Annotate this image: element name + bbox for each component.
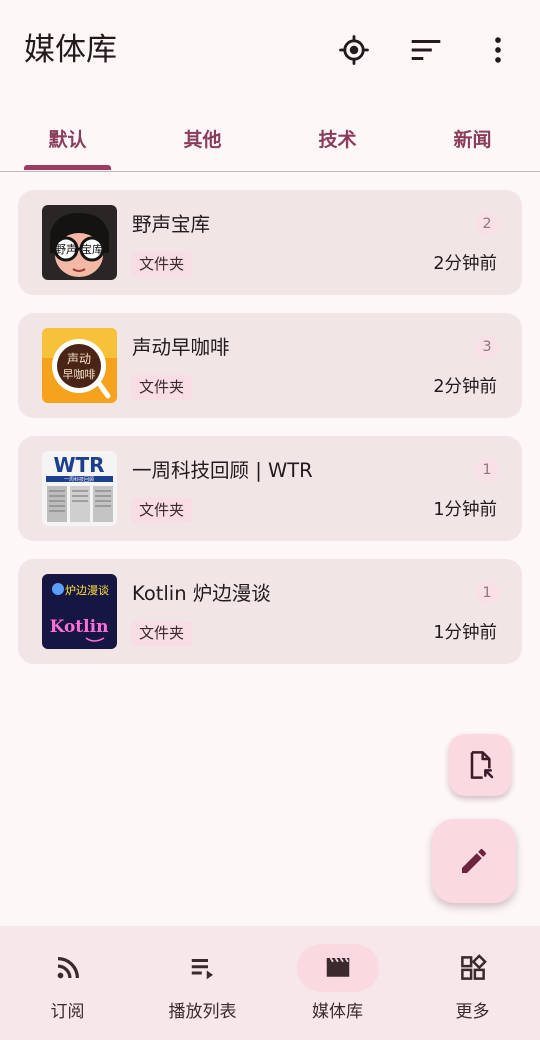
nav-indicator: [297, 944, 379, 992]
nav-playlist[interactable]: 播放列表: [135, 926, 270, 1040]
playlist-icon: [191, 959, 213, 980]
item-title: 野声宝库: [132, 213, 211, 236]
folder-tag: 文件夹: [131, 621, 193, 646]
locate-icon: [339, 35, 369, 65]
nav-subscriptions[interactable]: 订阅: [0, 926, 135, 1040]
top-app-bar: 媒体库: [0, 0, 540, 100]
podcast-cover: WTR 一周科技回顾: [42, 451, 117, 526]
episode-count-badge: 3: [475, 335, 499, 359]
item-title: Kotlin 炉边漫谈: [132, 582, 271, 605]
folder-tag: 文件夹: [131, 252, 193, 277]
tab-tech[interactable]: 技术: [270, 106, 405, 170]
nav-indicator: [162, 944, 244, 992]
podcast-cover: 炉边漫谈 Kotlin: [42, 574, 117, 649]
svg-text:声动: 声动: [67, 352, 91, 366]
podcast-cover: 野声 宝库: [42, 205, 117, 280]
updated-time: 1分钟前: [433, 623, 497, 643]
episode-count-badge: 1: [475, 581, 499, 605]
item-title: 一周科技回顾 | WTR: [132, 459, 313, 482]
svg-text:宝库: 宝库: [81, 242, 103, 256]
tab-news[interactable]: 新闻: [405, 106, 540, 170]
updated-time: 2分钟前: [433, 254, 497, 274]
sort-icon: [411, 39, 441, 61]
library-item[interactable]: WTR 一周科技回顾 一周科技回顾 | WTR 文件夹 1 1分钟前: [18, 436, 522, 541]
more-options-button[interactable]: [474, 26, 522, 74]
edit-icon: [462, 848, 487, 873]
podcast-cover: 声动 早咖啡: [42, 328, 117, 403]
item-title: 声动早咖啡: [132, 336, 230, 359]
nav-label: 订阅: [50, 1002, 85, 1022]
nav-label: 媒体库: [312, 1002, 363, 1022]
tab-indicator: [24, 165, 111, 170]
svg-text:早咖啡: 早咖啡: [63, 367, 96, 381]
widgets-icon: [461, 954, 487, 980]
nav-label: 更多: [455, 1002, 490, 1022]
svg-text:一周科技回顾: 一周科技回顾: [64, 476, 94, 483]
edit-button[interactable]: [432, 819, 516, 903]
tab-label: 技术: [318, 128, 357, 151]
episode-count-badge: 1: [475, 458, 499, 482]
sort-button[interactable]: [402, 26, 450, 74]
tab-label: 其他: [183, 128, 222, 151]
locate-button[interactable]: [330, 26, 378, 74]
tab-label: 默认: [48, 128, 87, 151]
open-file-button[interactable]: [449, 734, 511, 796]
library-item[interactable]: 炉边漫谈 Kotlin Kotlin 炉边漫谈 文件夹 1 1分钟前: [18, 559, 522, 664]
nav-label: 播放列表: [168, 1002, 237, 1022]
updated-time: 2分钟前: [433, 377, 497, 397]
tab-default[interactable]: 默认: [0, 106, 135, 170]
folder-tag: 文件夹: [131, 498, 193, 523]
library-item[interactable]: 声动 早咖啡 声动早咖啡 文件夹 3 2分钟前: [18, 313, 522, 418]
tab-bar: 默认 其他 技术 新闻: [0, 106, 540, 172]
movie-icon: [326, 957, 350, 977]
nav-indicator: [27, 944, 109, 992]
nav-library[interactable]: 媒体库: [270, 926, 405, 1040]
nav-indicator: [432, 944, 514, 992]
library-item[interactable]: 野声 宝库 野声宝库 文件夹 2 2分钟前: [18, 190, 522, 295]
episode-count-badge: 2: [475, 212, 499, 236]
rss-icon: [57, 957, 79, 979]
svg-text:野声: 野声: [55, 242, 77, 256]
svg-text:Kotlin: Kotlin: [50, 617, 109, 637]
page-title: 媒体库: [24, 32, 117, 68]
more-vert-icon: [495, 37, 501, 63]
svg-text:WTR: WTR: [53, 453, 104, 477]
app-screen: 媒体库 默认 其他 技术 新闻 野声 宝库 野声宝库 文件夹 2 2分钟前 声动…: [0, 0, 540, 1040]
svg-text:炉边漫谈: 炉边漫谈: [65, 583, 109, 597]
nav-more[interactable]: 更多: [405, 926, 540, 1040]
tab-label: 新闻: [453, 128, 492, 151]
folder-tag: 文件夹: [131, 375, 193, 400]
tab-other[interactable]: 其他: [135, 106, 270, 170]
bottom-navigation: 订阅 播放列表 媒体库 更多: [0, 926, 540, 1040]
file-open-icon: [470, 751, 494, 779]
updated-time: 1分钟前: [433, 500, 497, 520]
